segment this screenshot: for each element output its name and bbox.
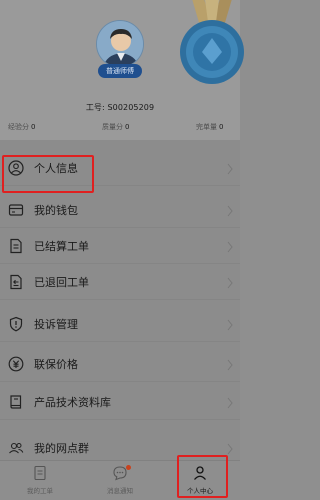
menu-item-settled-orders[interactable]: 已结算工单 xyxy=(0,228,240,264)
worker-number: 工号: S00205209 xyxy=(85,103,155,112)
score-experience: 经验分 0 xyxy=(8,122,35,132)
score-value: 0 xyxy=(125,123,130,131)
menu-item-label: 投诉管理 xyxy=(34,318,78,331)
wallet-icon xyxy=(8,202,24,218)
chevron-right-icon xyxy=(226,203,234,217)
avatar-image xyxy=(96,20,144,68)
notification-dot xyxy=(126,465,131,470)
score-quality: 质量分 0 xyxy=(102,122,129,132)
menu-item-label: 已结算工单 xyxy=(34,240,89,253)
price-icon xyxy=(8,356,24,372)
menu-item-label: 联保价格 xyxy=(34,358,78,371)
menu-item-warranty-price[interactable]: 联保价格 xyxy=(0,346,240,382)
highlight-box-personal-info xyxy=(2,155,94,193)
menu-item-label: 产品技术资料库 xyxy=(34,396,111,409)
tab-label: 消息通知 xyxy=(107,487,133,495)
menu-item-wallet[interactable]: 我的钱包 xyxy=(0,192,240,228)
menu-item-returned-orders[interactable]: 已退回工单 xyxy=(0,264,240,300)
score-label: 经验分 xyxy=(8,123,29,131)
role-badge: 普通师傅 xyxy=(98,64,142,78)
tab-label: 我的工单 xyxy=(27,487,53,495)
score-label: 完单量 xyxy=(196,123,217,131)
menu-item-tech-library[interactable]: 产品技术资料库 xyxy=(0,384,240,420)
menu-item-label: 我的钱包 xyxy=(34,204,78,217)
menu-item-label: 我的网点群 xyxy=(34,442,89,455)
chevron-right-icon xyxy=(226,441,234,455)
profile-header: 普通师傅 工号: S00205209 经验分 0 质量分 0 完单量 0 xyxy=(0,0,244,140)
chevron-right-icon xyxy=(226,317,234,331)
chevron-right-icon xyxy=(226,275,234,289)
shield-alert-icon xyxy=(8,316,24,332)
chevron-right-icon xyxy=(226,161,234,175)
menu-item-label: 已退回工单 xyxy=(34,276,89,289)
returned-document-icon xyxy=(8,274,24,290)
group-icon xyxy=(8,440,24,456)
menu-item-complaints[interactable]: 投诉管理 xyxy=(0,306,240,342)
menu-list: 个人信息 我的钱包 已结算工单 已退回工单 投诉管理 联保价格 产品技术资料库 … xyxy=(0,140,240,460)
highlight-box-personal-center xyxy=(177,455,228,498)
medal-icon xyxy=(172,0,252,88)
score-value: 0 xyxy=(219,123,224,131)
score-row: 经验分 0 质量分 0 完单量 0 xyxy=(0,122,240,134)
book-icon xyxy=(8,394,24,410)
avatar[interactable]: 普通师傅 xyxy=(96,20,144,82)
order-icon xyxy=(32,465,48,481)
tab-my-orders[interactable]: 我的工单 xyxy=(0,461,80,500)
score-completed: 完单量 0 xyxy=(196,122,223,132)
tab-notifications[interactable]: 消息通知 xyxy=(80,461,160,500)
chevron-right-icon xyxy=(226,239,234,253)
document-icon xyxy=(8,238,24,254)
score-value: 0 xyxy=(31,123,36,131)
chevron-right-icon xyxy=(226,357,234,371)
score-label: 质量分 xyxy=(102,123,123,131)
chevron-right-icon xyxy=(226,395,234,409)
